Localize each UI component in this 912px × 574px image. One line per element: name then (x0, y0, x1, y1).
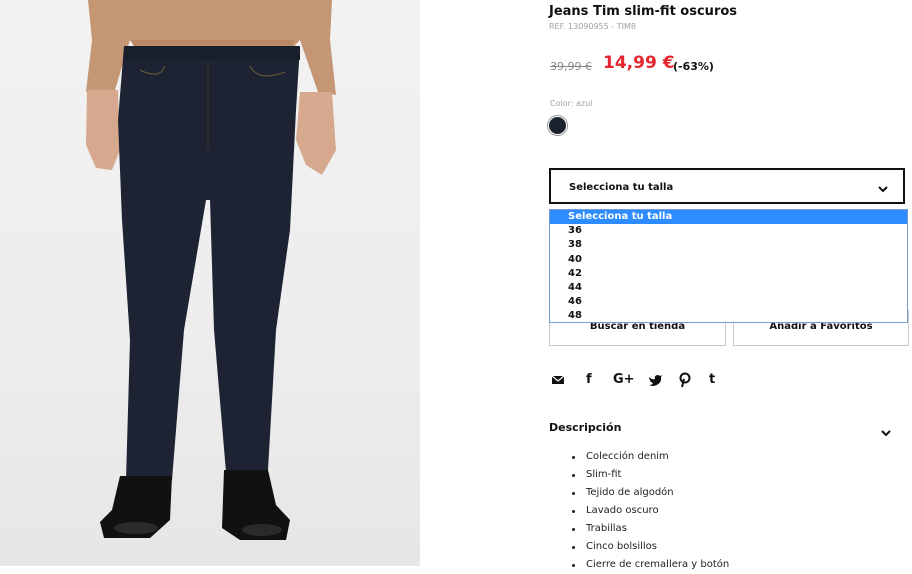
size-option-placeholder[interactable]: Selecciona tu talla (550, 210, 907, 225)
size-option-42[interactable]: 42 (550, 267, 907, 281)
size-option-46[interactable]: 46 (550, 295, 907, 309)
facebook-icon[interactable]: f (586, 371, 592, 389)
color-swatch-azul[interactable] (549, 117, 566, 134)
description-list: Colección denim Slim-fit Tejido de algod… (572, 448, 729, 574)
chevron-down-icon[interactable] (880, 424, 892, 443)
product-image[interactable] (0, 0, 420, 566)
google-plus-icon[interactable]: G+ (613, 371, 635, 389)
color-label: Color: azul (550, 99, 593, 108)
size-option-38[interactable]: 38 (550, 238, 907, 252)
list-item: Lavado oscuro (572, 502, 729, 520)
list-item: Cinco bolsillos (572, 538, 729, 556)
list-item: Cierre de cremallera y botón (572, 556, 729, 574)
twitter-icon[interactable] (648, 371, 662, 389)
list-item: Trabillas (572, 520, 729, 538)
size-option-48[interactable]: 48 (550, 309, 907, 323)
product-title: Jeans Tim slim-fit oscuros (549, 4, 738, 19)
product-reference: REF. 13090955 - TIM8 (549, 22, 636, 31)
size-select[interactable]: Selecciona tu talla (549, 168, 905, 204)
list-item: Colección denim (572, 448, 729, 466)
email-icon[interactable] (551, 371, 565, 389)
size-dropdown-list[interactable]: Selecciona tu talla 36 38 40 42 44 46 48 (549, 209, 908, 323)
original-price: 39,99 € (550, 60, 592, 73)
pinterest-icon[interactable] (679, 371, 691, 389)
size-option-44[interactable]: 44 (550, 281, 907, 295)
sale-price: 14,99 € (603, 53, 675, 73)
size-select-label: Selecciona tu talla (569, 182, 674, 193)
list-item: Slim-fit (572, 466, 729, 484)
size-option-36[interactable]: 36 (550, 224, 907, 238)
description-title[interactable]: Descripción (549, 421, 621, 434)
discount-badge: (-63%) (673, 60, 714, 73)
tumblr-icon[interactable]: t (709, 371, 715, 389)
size-option-40[interactable]: 40 (550, 253, 907, 267)
chevron-down-icon (877, 180, 889, 199)
list-item: Tejido de algodón (572, 484, 729, 502)
